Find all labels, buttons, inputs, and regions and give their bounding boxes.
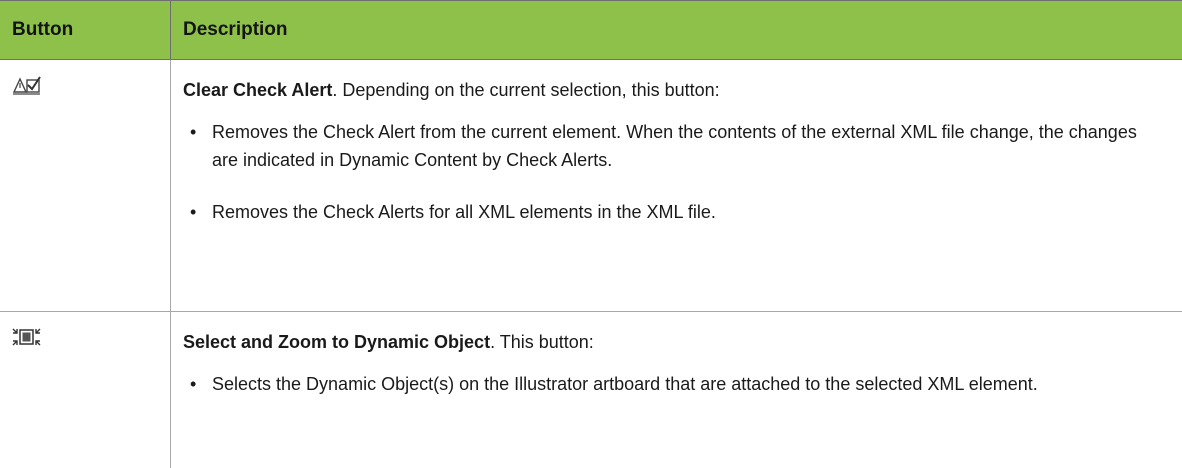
table-row: Clear Check Alert. Depending on the curr…: [0, 60, 1182, 312]
button-title: Select and Zoom to Dynamic Object: [183, 332, 490, 352]
list-item: Selects the Dynamic Object(s) on the Ill…: [183, 370, 1146, 398]
table-header-row: Button Description: [0, 1, 1182, 60]
description-cell: Clear Check Alert. Depending on the curr…: [171, 60, 1182, 312]
button-title: Clear Check Alert: [183, 80, 332, 100]
button-cell: [0, 312, 171, 468]
button-description-table: Button Description: [0, 0, 1182, 468]
header-button: Button: [0, 1, 171, 60]
header-description: Description: [171, 1, 1182, 60]
list-item: Removes the Check Alert from the current…: [183, 118, 1146, 174]
bullet-list: Selects the Dynamic Object(s) on the Ill…: [183, 370, 1146, 398]
button-cell: [0, 60, 171, 312]
select-zoom-icon: [12, 326, 42, 348]
bullet-list: Removes the Check Alert from the current…: [183, 118, 1146, 226]
list-item: Removes the Check Alerts for all XML ele…: [183, 198, 1146, 226]
description-lead: Clear Check Alert. Depending on the curr…: [183, 76, 1146, 104]
description-intro: . Depending on the current selection, th…: [332, 80, 719, 100]
description-intro: . This button:: [490, 332, 594, 352]
description-cell: Select and Zoom to Dynamic Object. This …: [171, 312, 1182, 468]
description-lead: Select and Zoom to Dynamic Object. This …: [183, 328, 1146, 356]
table-row: Select and Zoom to Dynamic Object. This …: [0, 312, 1182, 468]
clear-check-alert-icon: [12, 74, 42, 96]
